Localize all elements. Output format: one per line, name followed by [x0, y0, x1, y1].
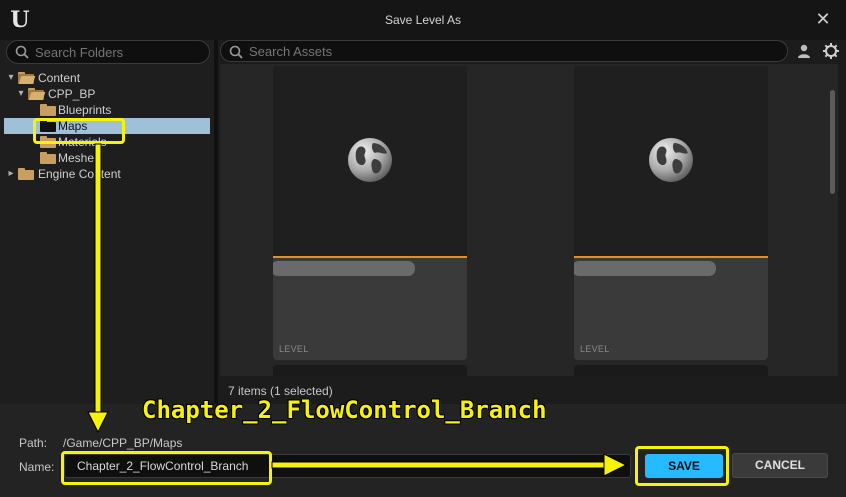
folder-panel: ▾ Content ▾ CPP_BP Blueprints Maps Mater…	[0, 40, 214, 404]
path-label: Path:	[19, 436, 48, 450]
tree-item-blueprints[interactable]: Blueprints	[4, 102, 210, 118]
name-label: Name:	[19, 460, 55, 474]
tree-item-label: Meshes	[58, 151, 101, 165]
asset-tile[interactable]	[273, 365, 467, 376]
search-folders-input[interactable]	[35, 45, 205, 60]
close-icon[interactable]: ✕	[814, 10, 832, 28]
path-value: /Game/CPP_BP/Maps	[63, 436, 183, 450]
search-icon	[229, 45, 243, 59]
asset-tile[interactable]: LEVEL	[574, 66, 768, 360]
globe-icon	[649, 138, 693, 182]
window-title: Save Level As	[384, 13, 462, 27]
globe-icon	[348, 138, 392, 182]
tree-item-label: CPP_BP	[48, 87, 96, 101]
asset-type-label: LEVEL	[580, 344, 610, 354]
scrollbar-thumb[interactable]	[830, 90, 835, 194]
folder-icon	[18, 168, 34, 180]
chevron-down-icon[interactable]: ▾	[16, 86, 26, 102]
asset-name-placeholder	[273, 261, 415, 276]
annotation-label: Chapter_2_FlowControl_Branch	[142, 396, 547, 424]
folder-open-icon	[18, 72, 36, 84]
asset-grid: LEVEL LEVEL	[220, 64, 838, 376]
asset-tile[interactable]: LEVEL	[273, 66, 467, 360]
asset-panel: LEVEL LEVEL 7 items (1 selected)	[218, 40, 846, 404]
tree-item-content[interactable]: ▾ Content	[4, 70, 210, 86]
title-bar: U Save Level As ✕	[0, 0, 846, 40]
cancel-button[interactable]: CANCEL	[732, 453, 828, 478]
tree-item-label: Blueprints	[58, 103, 112, 117]
asset-type-label: LEVEL	[279, 344, 309, 354]
search-folders-field[interactable]	[6, 40, 210, 64]
chevron-down-icon[interactable]: ▾	[6, 70, 16, 86]
tree-item-meshes[interactable]: Meshes	[4, 150, 210, 166]
asset-thumbnail	[574, 66, 768, 256]
asset-thumbnail	[273, 66, 467, 256]
search-icon	[15, 45, 29, 59]
tree-item-engine-content[interactable]: ▸ Engine Content	[4, 166, 210, 182]
highlight-name-field	[61, 451, 272, 485]
chevron-right-icon[interactable]: ▸	[6, 166, 16, 182]
tree-item-label: Engine Content	[38, 167, 121, 181]
folder-icon	[40, 104, 56, 116]
folder-icon	[40, 152, 56, 164]
asset-tile[interactable]	[574, 365, 768, 376]
gear-icon[interactable]	[822, 42, 840, 60]
highlight-maps-folder	[33, 118, 125, 144]
asset-scrollbar[interactable]	[828, 90, 836, 376]
asset-name-placeholder	[574, 261, 716, 276]
user-icon[interactable]	[796, 43, 812, 59]
tree-item-label: Content	[38, 71, 81, 85]
tree-item-cpp-bp[interactable]: ▾ CPP_BP	[4, 86, 210, 102]
highlight-save-button	[635, 446, 729, 486]
search-assets-input[interactable]	[249, 44, 769, 59]
search-assets-field[interactable]	[220, 40, 788, 62]
folder-open-icon	[28, 88, 46, 100]
